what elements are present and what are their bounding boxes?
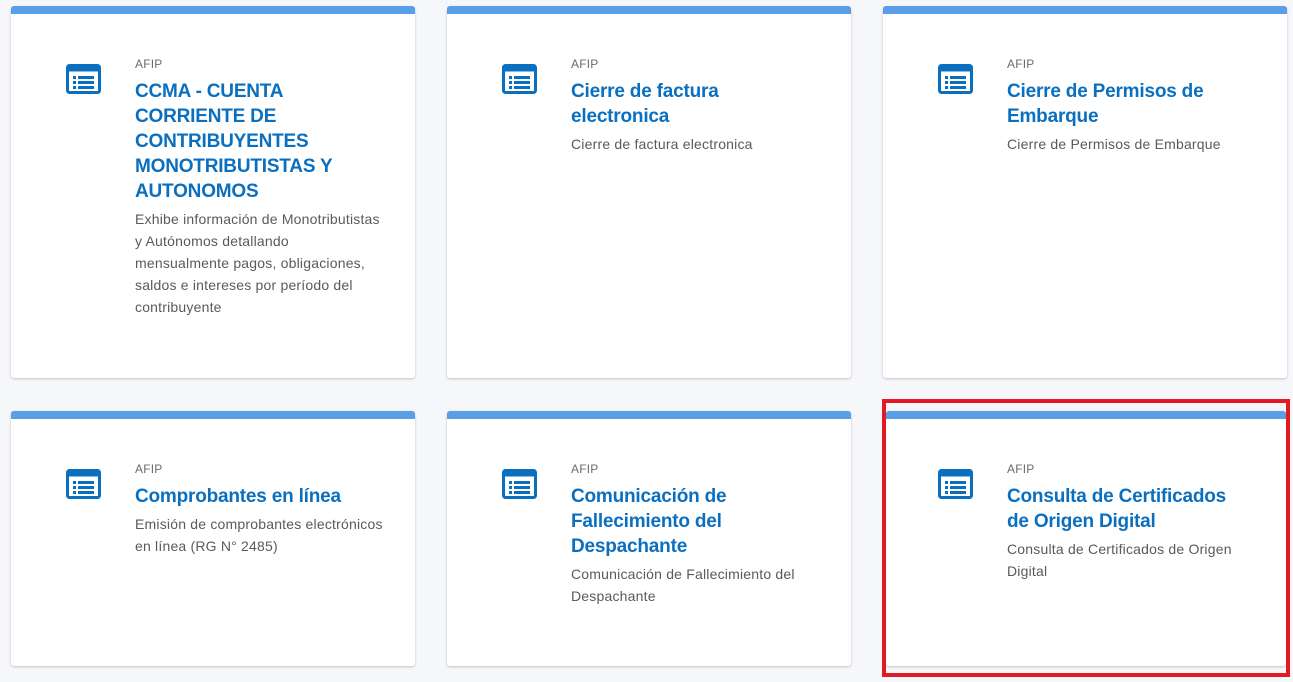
card-description: Emisión de comprobantes electrónicos en …: [135, 516, 383, 554]
list-icon: [66, 64, 101, 94]
service-card-ccma[interactable]: AFIP CCMA - CUENTA CORRIENTE DE CONTRIBU…: [11, 6, 415, 378]
card-title[interactable]: CCMA - CUENTA CORRIENTE DE CONTRIBUYENTE…: [135, 79, 385, 204]
card-description: Consulta de Certificados de Origen Digit…: [1007, 541, 1232, 579]
service-card-cierre-permisos[interactable]: AFIP Cierre de Permisos de Embarque Cier…: [883, 6, 1287, 378]
list-icon: [502, 469, 537, 499]
card-org: AFIP: [135, 462, 163, 476]
card-description: Cierre de Permisos de Embarque: [1007, 136, 1221, 152]
card-org: AFIP: [571, 462, 599, 476]
card-org: AFIP: [1007, 462, 1035, 476]
card-description: Comunicación de Fallecimiento del Despac…: [571, 566, 795, 604]
card-title[interactable]: Comprobantes en línea: [135, 484, 385, 509]
card-title[interactable]: Comunicación de Fallecimiento del Despac…: [571, 484, 821, 559]
card-description: Cierre de factura electronica: [571, 136, 753, 152]
service-card-comprobantes[interactable]: AFIP Comprobantes en línea Emisión de co…: [11, 411, 415, 666]
list-icon: [938, 469, 973, 499]
card-title[interactable]: Cierre de factura electronica: [571, 79, 821, 129]
service-card-cierre-factura[interactable]: AFIP Cierre de factura electronica Cierr…: [447, 6, 851, 378]
card-org: AFIP: [571, 57, 599, 71]
service-card-certificados-origen[interactable]: AFIP Consulta de Certificados de Origen …: [886, 411, 1286, 666]
services-grid: AFIP CCMA - CUENTA CORRIENTE DE CONTRIBU…: [0, 0, 1293, 682]
list-icon: [66, 469, 101, 499]
card-title[interactable]: Cierre de Permisos de Embarque: [1007, 79, 1257, 129]
service-card-fallecimiento[interactable]: AFIP Comunicación de Fallecimiento del D…: [447, 411, 851, 666]
card-title[interactable]: Consulta de Certificados de Origen Digit…: [1007, 484, 1236, 534]
card-description: Exhibe información de Monotributistas y …: [135, 211, 380, 315]
list-icon: [502, 64, 537, 94]
list-icon: [938, 64, 973, 94]
card-org: AFIP: [135, 57, 163, 71]
card-org: AFIP: [1007, 57, 1035, 71]
